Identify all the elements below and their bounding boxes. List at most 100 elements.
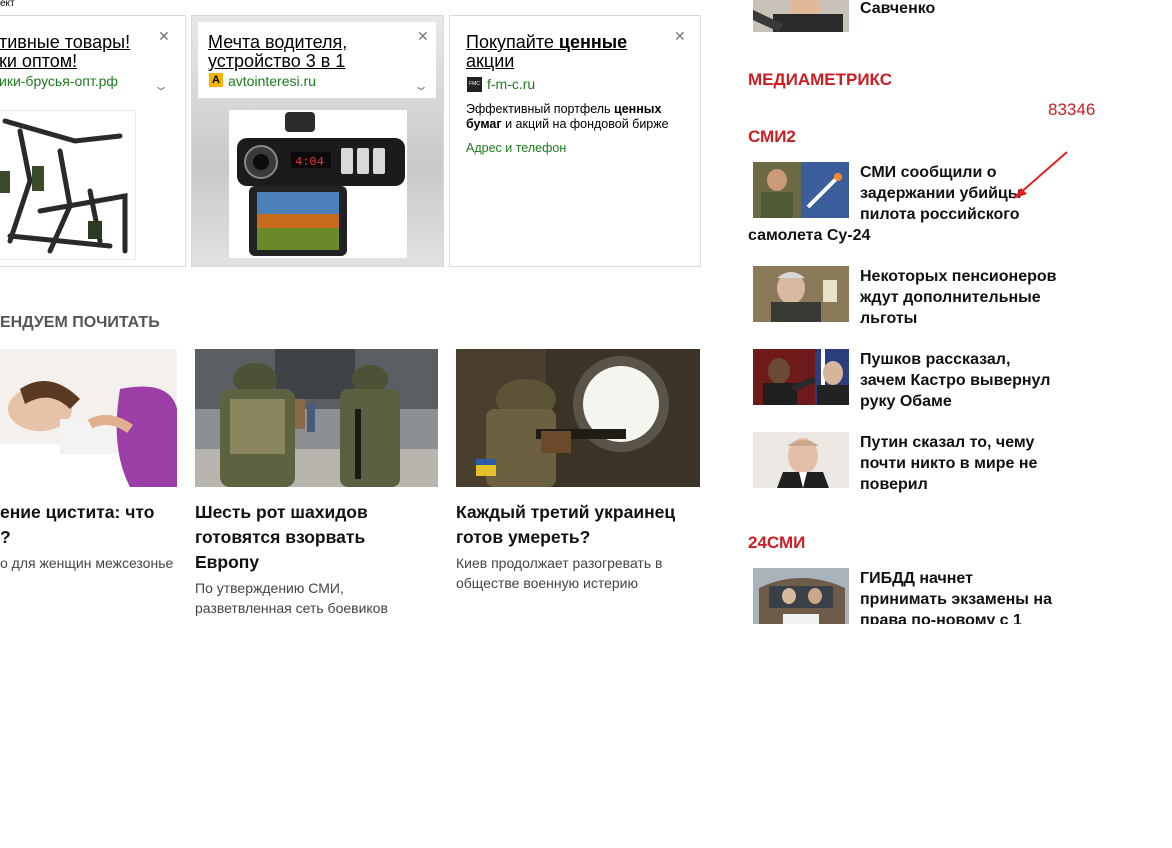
putin-photo <box>753 432 849 488</box>
ad-3-title-bold[interactable]: ценные <box>559 32 627 52</box>
smi2-item-1-line3[interactable]: пилота российского <box>860 204 1070 225</box>
chevron-down-icon[interactable]: ⌄ <box>153 79 169 93</box>
rec-1-desc: о для женщин межсезонье <box>0 553 180 573</box>
rec-3-title[interactable]: Каждый третий украинец готов умереть? <box>456 500 700 550</box>
ad-3-address-link[interactable]: Адрес и телефон <box>466 141 566 155</box>
ad-3-title-line1[interactable]: Покупайте ценные <box>466 33 666 52</box>
smi2-item-3-line1[interactable]: Пушков рассказал, <box>860 349 1070 370</box>
smi2-heading[interactable]: СМИ2 <box>748 127 796 147</box>
avtointeresi-logo-icon: A <box>209 73 223 87</box>
close-icon[interactable]: ✕ <box>417 29 429 43</box>
person-photo <box>753 0 849 32</box>
smi2-item-4-line2[interactable]: почти никто в мире не <box>860 453 1070 474</box>
fmc-logo-icon: FMC <box>467 77 482 92</box>
ad-2-title-line2[interactable]: устройство 3 в 1 <box>208 52 408 71</box>
smi24-item-1-line1[interactable]: ГИБДД начнет <box>860 568 1080 589</box>
smi2-item-2-line2[interactable]: ждут дополнительные <box>860 287 1070 308</box>
rec-2-title-line1[interactable]: Шесть рот шахидов <box>195 500 438 525</box>
rec-3-title-line1[interactable]: Каждый третий украинец <box>456 500 700 525</box>
ad-3-body: Эффективный портфель ценных бумаг и акци… <box>466 102 696 132</box>
soldier-window-image <box>456 349 700 487</box>
view-counter: 83346 <box>1048 100 1096 119</box>
smi2-item-4-thumb[interactable] <box>753 432 849 488</box>
rec-1-title-line2[interactable]: ? <box>0 525 177 550</box>
ad-card-3[interactable]: Покупайте ценные акции ✕ FMC f-m-c.ru Эф… <box>449 15 701 267</box>
news-savchenko[interactable]: Савченко <box>860 0 1070 19</box>
smi24-heading[interactable]: 24СМИ <box>748 533 805 553</box>
ad-3-body-plain-2: и акций на фондовой бирже <box>501 117 669 131</box>
ad-card-1[interactable]: тивные товары! ки оптом! ✕ ики-брусья-оп… <box>0 15 186 267</box>
ad-2-title-line1[interactable]: Мечта водителя, <box>208 33 408 52</box>
smi2-item-4-line3[interactable]: поверил <box>860 474 1070 495</box>
rec-1-image[interactable] <box>0 349 177 487</box>
ad-card-2[interactable]: Мечта водителя, устройство 3 в 1 ✕ A avt… <box>191 15 444 267</box>
ad-3-title-line2[interactable]: акции <box>466 52 666 71</box>
smi2-item-4-text[interactable]: Путин сказал то, чему почти никто в мире… <box>860 432 1070 495</box>
soldier-and-plane-photo <box>753 162 849 218</box>
smi2-item-3-line3[interactable]: руку Обаме <box>860 391 1070 412</box>
close-icon[interactable]: ✕ <box>158 29 170 43</box>
smi2-item-2-line3[interactable]: льготы <box>860 308 1070 329</box>
smi2-item-1-thumb[interactable] <box>753 162 849 218</box>
pensioner-photo <box>753 266 849 322</box>
ad-2-image[interactable]: 4:04 <box>229 110 407 258</box>
svg-text:4:04: 4:04 <box>295 155 324 169</box>
ad-3-title[interactable]: Покупайте ценные акции <box>466 33 666 71</box>
dashcam-image: 4:04 <box>237 112 405 256</box>
rec-3-desc: Киев продолжает разогревать в обществе в… <box>456 553 700 593</box>
ad-2-title[interactable]: Мечта водителя, устройство 3 в 1 <box>208 33 408 71</box>
rec-2-title[interactable]: Шесть рот шахидов готовятся взорвать Евр… <box>195 500 438 575</box>
smi24-item-1-text[interactable]: ГИБДД начнет принимать экзамены на права… <box>860 568 1080 624</box>
ad-2-domain[interactable]: avtointeresi.ru <box>228 73 316 89</box>
ad-1-title-line1[interactable]: тивные товары! <box>0 33 149 52</box>
smi2-item-3-text[interactable]: Пушков рассказал, зачем Кастро вывернул … <box>860 349 1070 412</box>
rec-3-desc-line1: Киев продолжает разогревать в <box>456 555 663 571</box>
smi2-item-2-text[interactable]: Некоторых пенсионеров ждут дополнительны… <box>860 266 1070 329</box>
recommend-heading: ЕНДУЕМ ПОЧИТАТЬ <box>0 314 160 331</box>
obama-castro-photo <box>753 349 849 405</box>
ad-label: ект <box>0 0 15 9</box>
smi2-item-1-text-wrap[interactable]: самолета Су-24 <box>748 225 1048 246</box>
rec-2-title-line2[interactable]: готовятся взорвать <box>195 525 438 550</box>
ad-3-domain[interactable]: f-m-c.ru <box>487 76 535 92</box>
rec-1-desc-line1: о для женщин межсезонье <box>0 555 174 571</box>
ad-1-image[interactable] <box>0 110 136 260</box>
close-icon[interactable]: ✕ <box>674 29 686 43</box>
ad-3-body-bold: ценных <box>614 102 662 116</box>
rec-3-desc-line2: обществе военную истерию <box>456 575 638 591</box>
rec-3-image[interactable] <box>456 349 700 487</box>
car-inspection-photo <box>753 568 849 624</box>
rec-2-desc-line2: разветвленная сеть боевиков <box>195 600 388 616</box>
smi2-item-3-thumb[interactable] <box>753 349 849 405</box>
ad-3-body-line1: Эффективный портфель ценных <box>466 102 696 117</box>
smi24-item-1-thumb[interactable] <box>753 568 849 624</box>
ad-3-body-line2: бумаг и акций на фондовой бирже <box>466 117 696 132</box>
savchenko-thumb[interactable] <box>753 0 849 32</box>
ad-1-title[interactable]: тивные товары! ки оптом! <box>0 33 149 71</box>
ad-1-title-line2[interactable]: ки оптом! <box>0 52 149 71</box>
smi2-item-4-line1[interactable]: Путин сказал то, чему <box>860 432 1070 453</box>
smi2-item-2-line1[interactable]: Некоторых пенсионеров <box>860 266 1070 287</box>
smi24-item-1-line3[interactable]: права по-новому с 1 <box>860 610 1080 624</box>
rec-1-title[interactable]: ение цистита: что ? <box>0 500 177 550</box>
ad-1-domain[interactable]: ики-брусья-опт.рф <box>0 73 118 89</box>
annotation-arrow-icon <box>1013 151 1068 199</box>
smi24-item-1-line2[interactable]: принимать экзамены на <box>860 589 1080 610</box>
rec-1-title-line1[interactable]: ение цистита: что <box>0 500 177 525</box>
rec-2-image[interactable] <box>195 349 438 487</box>
rec-2-desc: По утверждению СМИ, разветвленная сеть б… <box>195 578 438 618</box>
ad-3-body-bold-2: бумаг <box>466 117 502 131</box>
rec-2-desc-line1: По утверждению СМИ, <box>195 580 344 596</box>
soldiers-street-image <box>195 349 438 487</box>
smi2-item-2-thumb[interactable] <box>753 266 849 322</box>
chevron-down-icon[interactable]: ⌄ <box>413 79 429 93</box>
ad-3-body-plain: Эффективный портфель <box>466 102 615 116</box>
pullup-bar-image <box>0 118 128 254</box>
woman-lying-image <box>0 349 177 487</box>
smi2-item-3-line2[interactable]: зачем Кастро вывернул <box>860 370 1070 391</box>
ad-3-title-plain[interactable]: Покупайте <box>466 32 559 52</box>
mediametrics-heading[interactable]: МЕДИАМЕТРИКС <box>748 70 892 90</box>
smi24-item-1[interactable]: ГИБДД начнет принимать экзамены на права… <box>748 566 1088 624</box>
rec-3-title-line2[interactable]: готов умереть? <box>456 525 700 550</box>
rec-2-title-line3[interactable]: Европу <box>195 550 438 575</box>
